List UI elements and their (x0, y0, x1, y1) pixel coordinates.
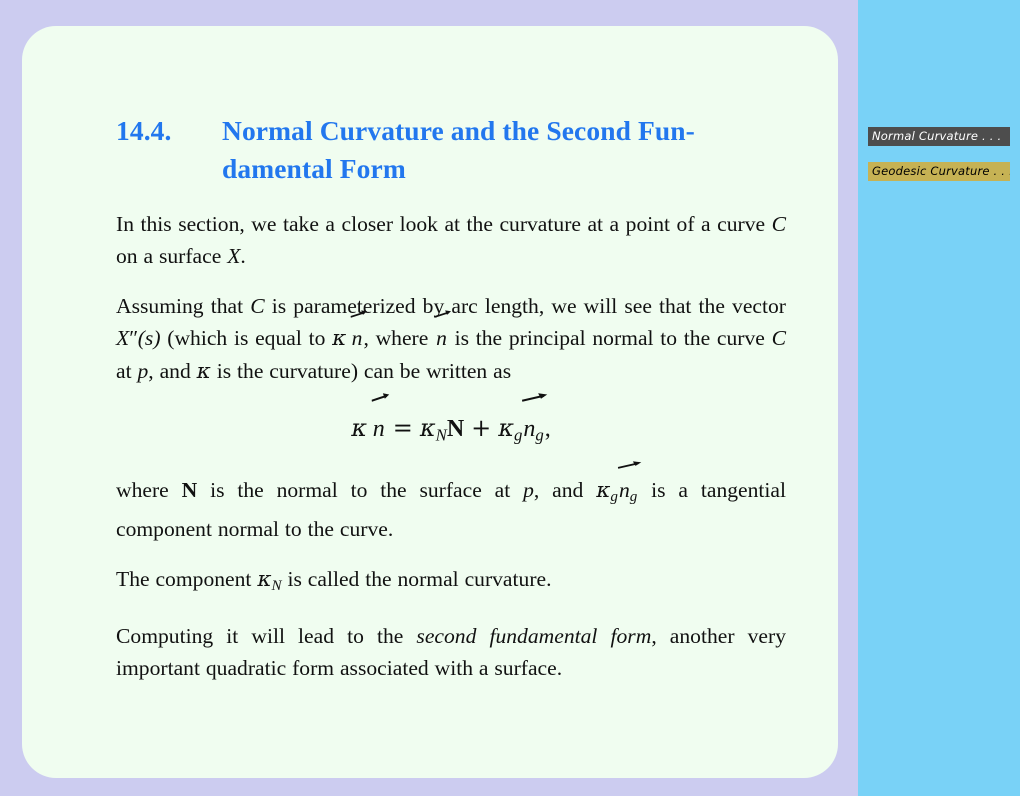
math-subscript-g: g (514, 425, 523, 445)
math-vector-n-g: ng (522, 393, 548, 458)
paragraph-assuming: Assuming that C is parameterized by arc … (116, 294, 787, 384)
paragraph-where-N: where N is the normal to the surface at … (116, 461, 786, 545)
math-kappa-g: κ (596, 477, 611, 503)
math-vector-n: n (371, 393, 389, 451)
math-kappa: κ (196, 359, 211, 384)
math-curve-C: C (771, 326, 787, 350)
vector-arrow-icon (434, 309, 452, 320)
vector-arrow-icon (371, 392, 390, 404)
math-bold-N: N (181, 477, 198, 502)
math-vector-n-g: ng (617, 461, 642, 513)
paragraph-intro: In this section, we take a closer look a… (116, 212, 786, 268)
vector-arrow-icon (617, 460, 642, 471)
breadcrumb-normal-curvature[interactable]: Normal Curvature . . . (868, 127, 1010, 146)
display-equation: κ n = κNN + κgng, (116, 393, 786, 458)
breadcrumb-geodesic-curvature[interactable]: Geodesic Curvature . . . (868, 162, 1010, 181)
math-bold-N: N (446, 416, 465, 442)
paragraph-component: The component κN is called the normal cu… (116, 566, 552, 595)
vector-arrow-icon (521, 392, 548, 404)
math-subscript-g: g (535, 425, 544, 445)
math-kappa-N: κ (419, 414, 436, 442)
slide-backdrop: 14.4. Normal Curvature and the Second Fun… (0, 0, 858, 796)
math-kappa-g: κ (498, 414, 515, 442)
math-surface-X: X (227, 244, 241, 268)
equation-comma: , (544, 416, 551, 442)
math-second-derivative: X″(s) (116, 326, 161, 350)
page-sheet: 14.4. Normal Curvature and the Second Fun… (22, 26, 838, 778)
math-point-p: p (523, 477, 534, 502)
section-title-line-2: damental Form (116, 150, 786, 188)
math-kappa-N: κ (257, 566, 272, 592)
vector-arrow-icon (350, 309, 368, 320)
equals-sign: = (392, 414, 413, 442)
section-title: 14.4. Normal Curvature and the Second Fun… (116, 112, 786, 188)
math-kappa: κ (351, 414, 367, 442)
math-subscript-g: g (610, 488, 618, 505)
math-subscript-N: N (435, 425, 447, 445)
math-vector-n: n (434, 309, 452, 354)
plus-sign: + (471, 414, 492, 442)
math-subscript-N: N (271, 578, 282, 595)
math-vector-n: n (350, 309, 367, 354)
section-number: 14.4. (116, 115, 172, 146)
section-title-line-1: 14.4. Normal Curvature and the Second Fun… (116, 112, 786, 150)
section-title-text-2: damental Form (222, 153, 406, 184)
math-curve-C: C (771, 212, 786, 236)
page-content: 14.4. Normal Curvature and the Second Fun… (116, 112, 786, 742)
paragraph-computing: Computing it will lead to the second fun… (116, 624, 786, 681)
emphasis-second-fundamental-form: second fundamental form (416, 624, 652, 649)
math-point-p: p (137, 359, 149, 383)
slide-viewer-root: 14.4. Normal Curvature and the Second Fun… (0, 0, 1020, 796)
math-kappa: κ (332, 326, 347, 351)
navigation-sidebar: Normal Curvature . . . Geodesic Curvatur… (858, 0, 1020, 796)
math-curve-C: C (250, 294, 265, 318)
math-subscript-g: g (629, 488, 638, 505)
section-title-text-1: Normal Curvature and the Second Fun- (222, 115, 695, 146)
